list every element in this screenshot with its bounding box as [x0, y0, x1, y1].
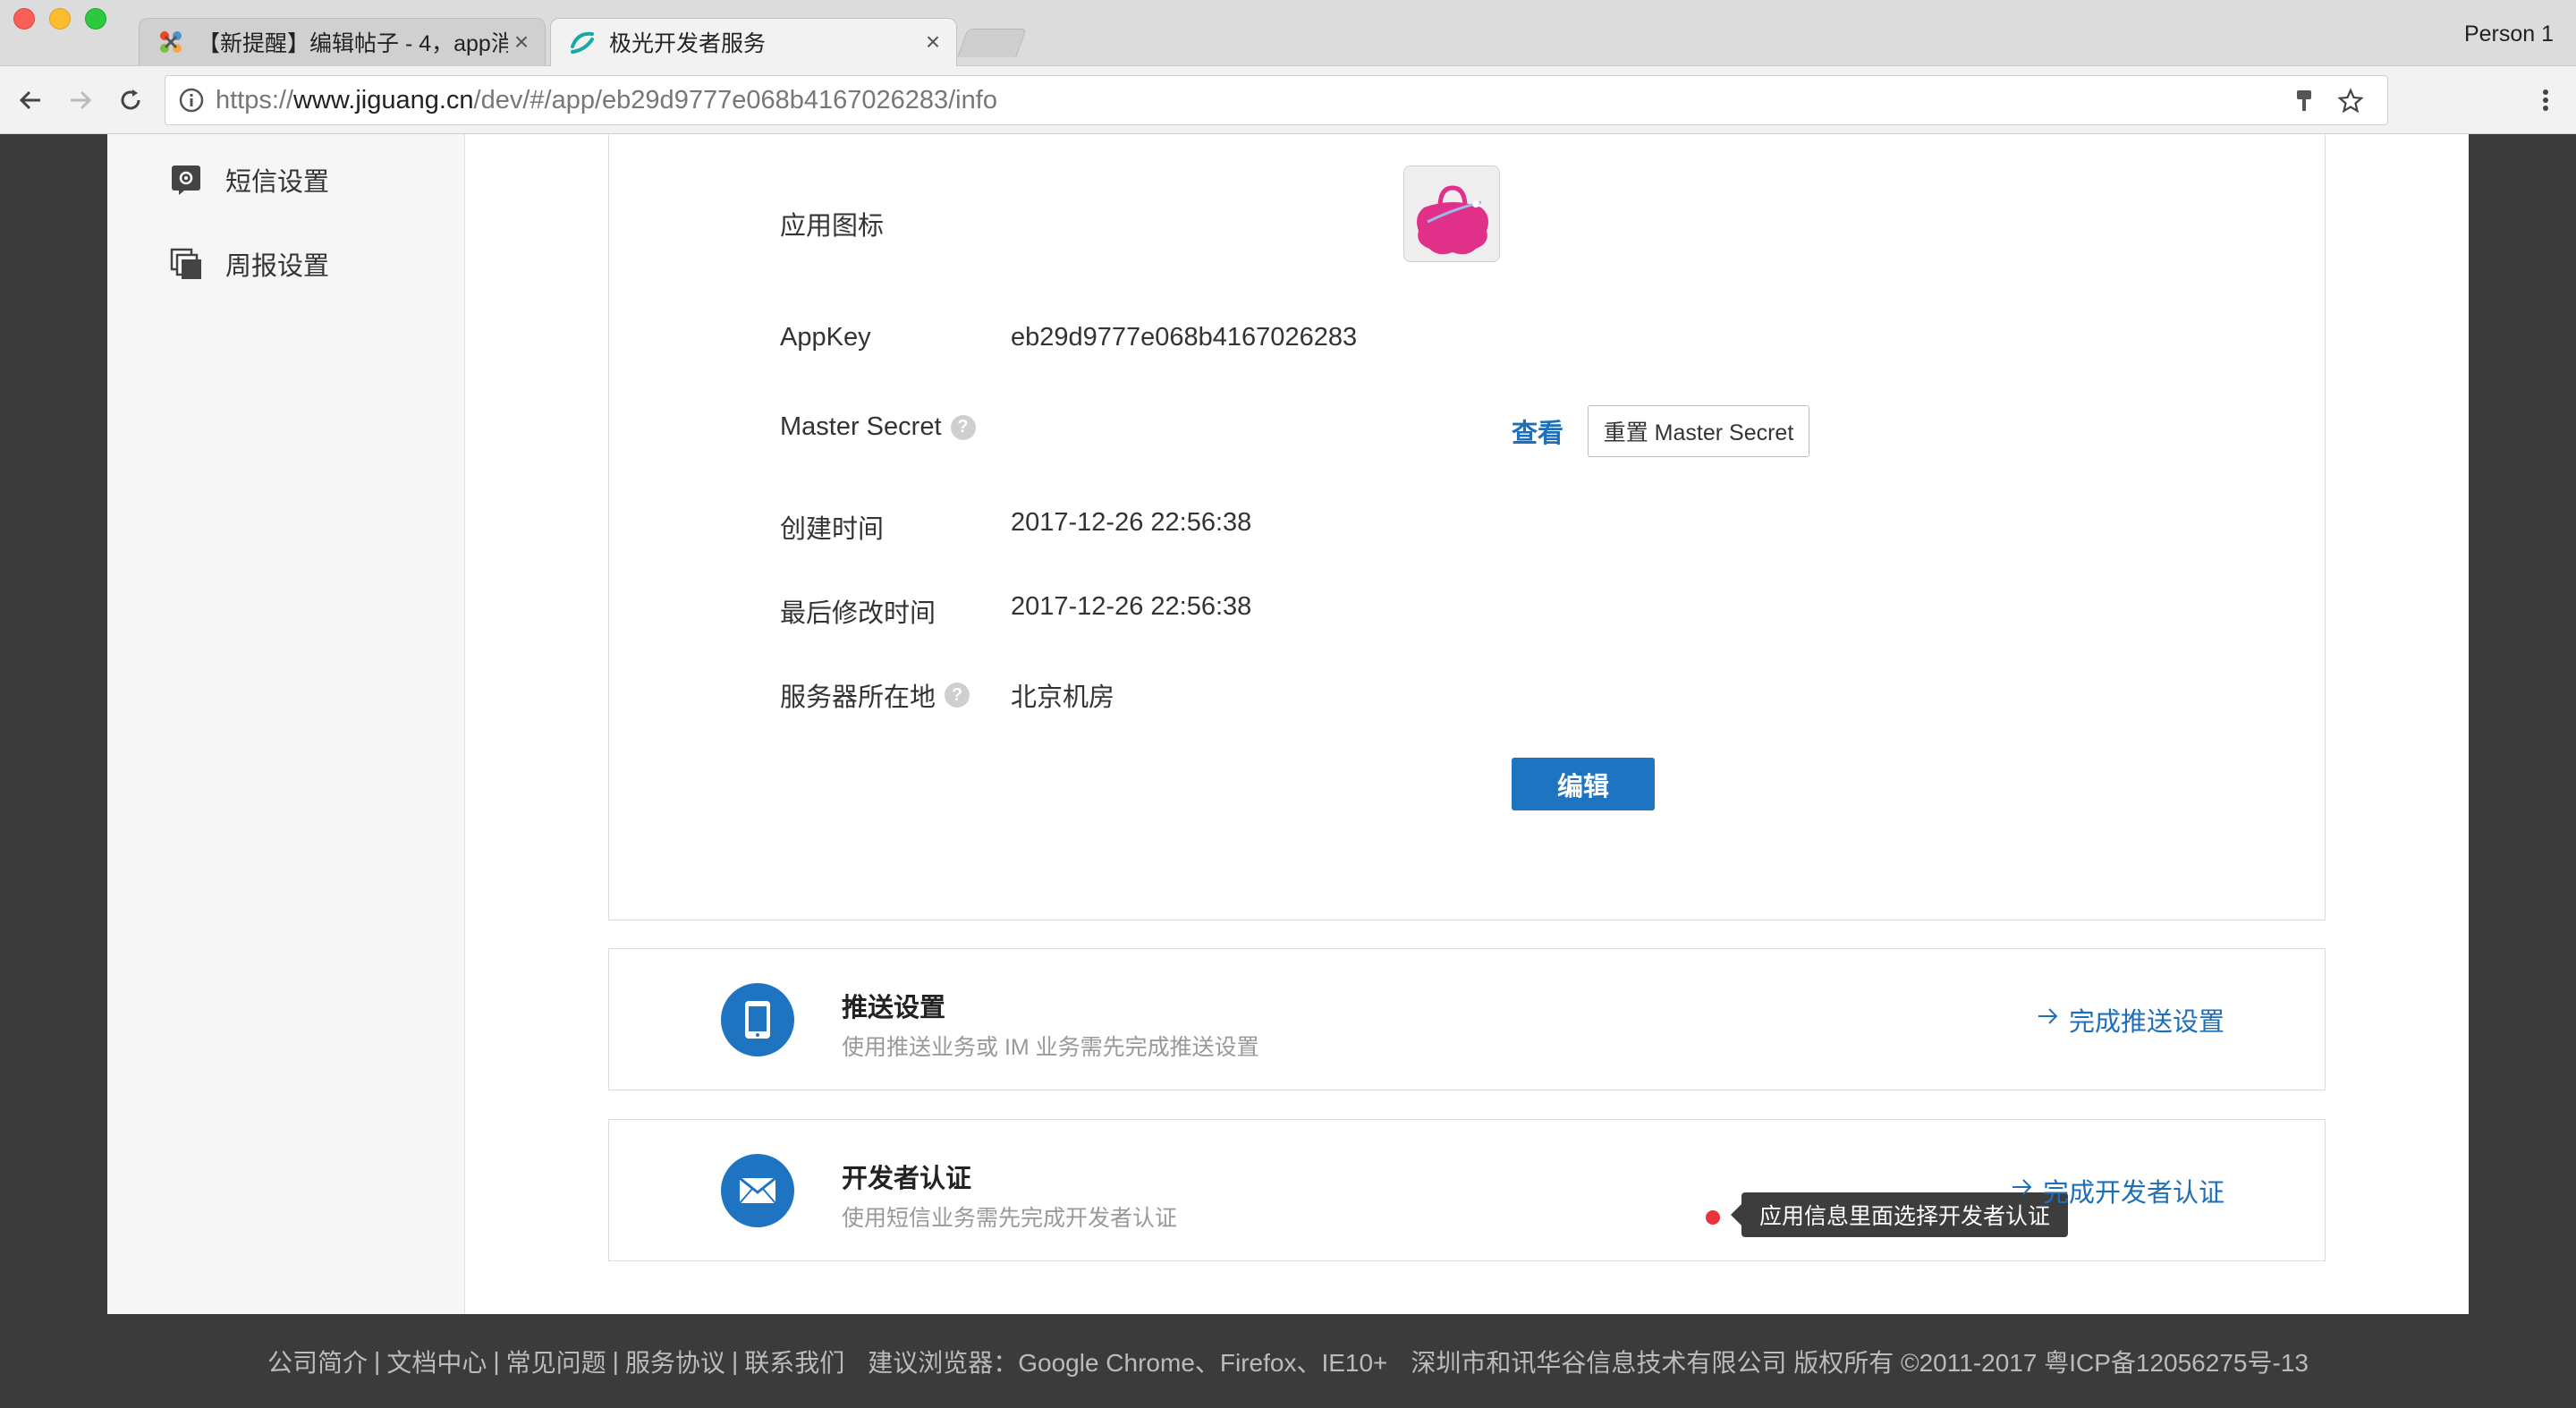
footer-link-faq[interactable]: 常见问题: [506, 1344, 606, 1379]
push-settings-card: 推送设置 使用推送业务或 IM 业务需先完成推送设置 完成推送设置: [608, 948, 2326, 1090]
sidebar-item-label: 周报设置: [225, 252, 330, 281]
tab-close-icon[interactable]: ×: [508, 28, 535, 55]
footer-link-docs[interactable]: 文档中心: [386, 1344, 487, 1379]
notification-dot: [1706, 1210, 1720, 1225]
complete-developer-verification-link[interactable]: 完成开发者认证: [2011, 1172, 2224, 1209]
new-tab-button[interactable]: [957, 29, 1027, 57]
push-settings-title: 推送设置: [842, 994, 946, 1022]
app-icon-label: 应用图标: [780, 212, 885, 241]
developer-verification-card: 开发者认证 使用短信业务需先完成开发者认证 应用信息里面选择开发者认证 完成开发…: [608, 1119, 2326, 1261]
created-time-label: 创建时间: [780, 515, 885, 544]
edit-button[interactable]: 编辑: [1512, 758, 1655, 810]
arrow-right-icon: [2011, 1175, 2034, 1206]
window-minimize-button[interactable]: [49, 8, 71, 30]
url-host: www.jiguang.cn: [293, 85, 474, 115]
footer-link-terms[interactable]: 服务协议: [625, 1344, 725, 1379]
modified-time-value: 2017-12-26 22:56:38: [1011, 592, 1252, 621]
sidebar-item-report-settings[interactable]: 周报设置: [170, 245, 329, 283]
window-close-button[interactable]: [13, 8, 35, 30]
url-scheme: https://: [216, 85, 294, 115]
view-secret-link[interactable]: 查看: [1512, 412, 1563, 450]
browser-menu-button[interactable]: [2528, 82, 2563, 118]
browser-titlebar: 【新提醒】编辑帖子 - 4，app消 × 极光开发者服务 × Person 1: [0, 0, 2576, 66]
sidebar-item-label: 短信设置: [225, 168, 330, 197]
report-settings-icon: [170, 248, 201, 279]
developer-verification-desc: 使用短信业务需先完成开发者认证: [842, 1206, 1178, 1231]
back-button[interactable]: [13, 82, 48, 118]
reload-button[interactable]: [113, 82, 148, 118]
modified-time-label: 最后修改时间: [780, 599, 936, 628]
sidebar-item-sms-settings[interactable]: 短信设置: [170, 161, 329, 199]
help-icon[interactable]: ?: [950, 414, 976, 440]
more-vertical-icon: [2543, 89, 2548, 111]
url-text: https://www.jiguang.cn/dev/#/app/eb29d97…: [216, 86, 997, 115]
complete-push-settings-link[interactable]: 完成推送设置: [2037, 1001, 2224, 1039]
url-path: /dev/#/app/eb29d9777e068b4167026283/info: [473, 85, 997, 115]
developer-verification-title: 开发者认证: [842, 1165, 972, 1193]
forward-button[interactable]: [63, 82, 98, 118]
footer-link-contact[interactable]: 联系我们: [744, 1344, 844, 1379]
profile-button[interactable]: Person 1: [2464, 21, 2554, 47]
browser-tab-forum[interactable]: 【新提醒】编辑帖子 - 4，app消 ×: [139, 18, 546, 66]
complete-push-settings-label: 完成推送设置: [2068, 1008, 2224, 1037]
back-arrow-icon: [19, 90, 40, 110]
sms-settings-icon: [172, 165, 200, 195]
page-content: 短信设置 周报设置 应用图标 AppKey eb29d9777e068b4167…: [107, 132, 2469, 1314]
address-bar[interactable]: https://www.jiguang.cn/dev/#/app/eb29d97…: [165, 75, 2388, 125]
tab-title: 【新提醒】编辑帖子 - 4，app消: [198, 31, 508, 56]
reload-icon: [121, 89, 140, 110]
master-secret-label-text: Master Secret: [780, 412, 942, 441]
forward-arrow-icon: [71, 90, 92, 110]
jiguang-logo-icon: [568, 28, 597, 56]
site-info-icon[interactable]: [178, 87, 205, 114]
reset-master-secret-button[interactable]: 重置 Master Secret: [1588, 405, 1809, 457]
created-time-value: 2017-12-26 22:56:38: [1011, 508, 1252, 537]
complete-developer-verification-label: 完成开发者认证: [2042, 1179, 2224, 1208]
envelope-icon: [721, 1154, 794, 1227]
sidebar: 短信设置 周报设置: [107, 134, 465, 1314]
footer-separator: |: [493, 1346, 500, 1375]
server-location-label-text: 服务器所在地: [780, 683, 936, 712]
appkey-value: eb29d9777e068b4167026283: [1011, 323, 1358, 352]
app-icon-image[interactable]: [1403, 165, 1500, 262]
app-logo-icon: [1404, 166, 1499, 261]
browser-toolbar: https://www.jiguang.cn/dev/#/app/eb29d97…: [0, 66, 2576, 134]
server-location-label: 服务器所在地 ?: [780, 676, 970, 714]
tab-title: 极光开发者服务: [609, 31, 767, 56]
footer-separator: |: [612, 1346, 619, 1375]
bookmark-star-icon[interactable]: [2337, 88, 2364, 115]
footer-link-about[interactable]: 公司简介: [267, 1344, 368, 1379]
server-location-value: 北京机房: [1011, 683, 1115, 712]
push-settings-desc: 使用推送业务或 IM 业务需先完成推送设置: [842, 1035, 1259, 1060]
footer-separator: |: [731, 1346, 739, 1375]
page-footer: 公司简介 | 文档中心 | 常见问题 | 服务协议 | 联系我们 建议浏览器：Googl…: [0, 1314, 2576, 1408]
browser-tab-jiguang[interactable]: 极光开发者服务 ×: [550, 18, 957, 66]
joomla-logo-icon: [157, 28, 185, 56]
appkey-label: AppKey: [780, 323, 871, 352]
key-icon[interactable]: [2294, 88, 2314, 115]
footer-browser-recommendation: 建议浏览器：Google Chrome、Firefox、IE10+: [868, 1348, 1388, 1377]
help-icon[interactable]: ?: [945, 683, 970, 708]
phone-icon: [721, 983, 794, 1056]
address-bar-actions: [2294, 76, 2387, 126]
footer-copyright: 深圳市和讯华谷信息技术有限公司 版权所有 ©2011-2017 粤ICP备120…: [1411, 1348, 2309, 1377]
tab-close-icon[interactable]: ×: [919, 28, 946, 55]
master-secret-label: Master Secret ?: [780, 412, 976, 442]
footer-separator: |: [374, 1346, 381, 1375]
window-zoom-button[interactable]: [85, 8, 106, 30]
arrow-right-icon: [2037, 1005, 2060, 1035]
